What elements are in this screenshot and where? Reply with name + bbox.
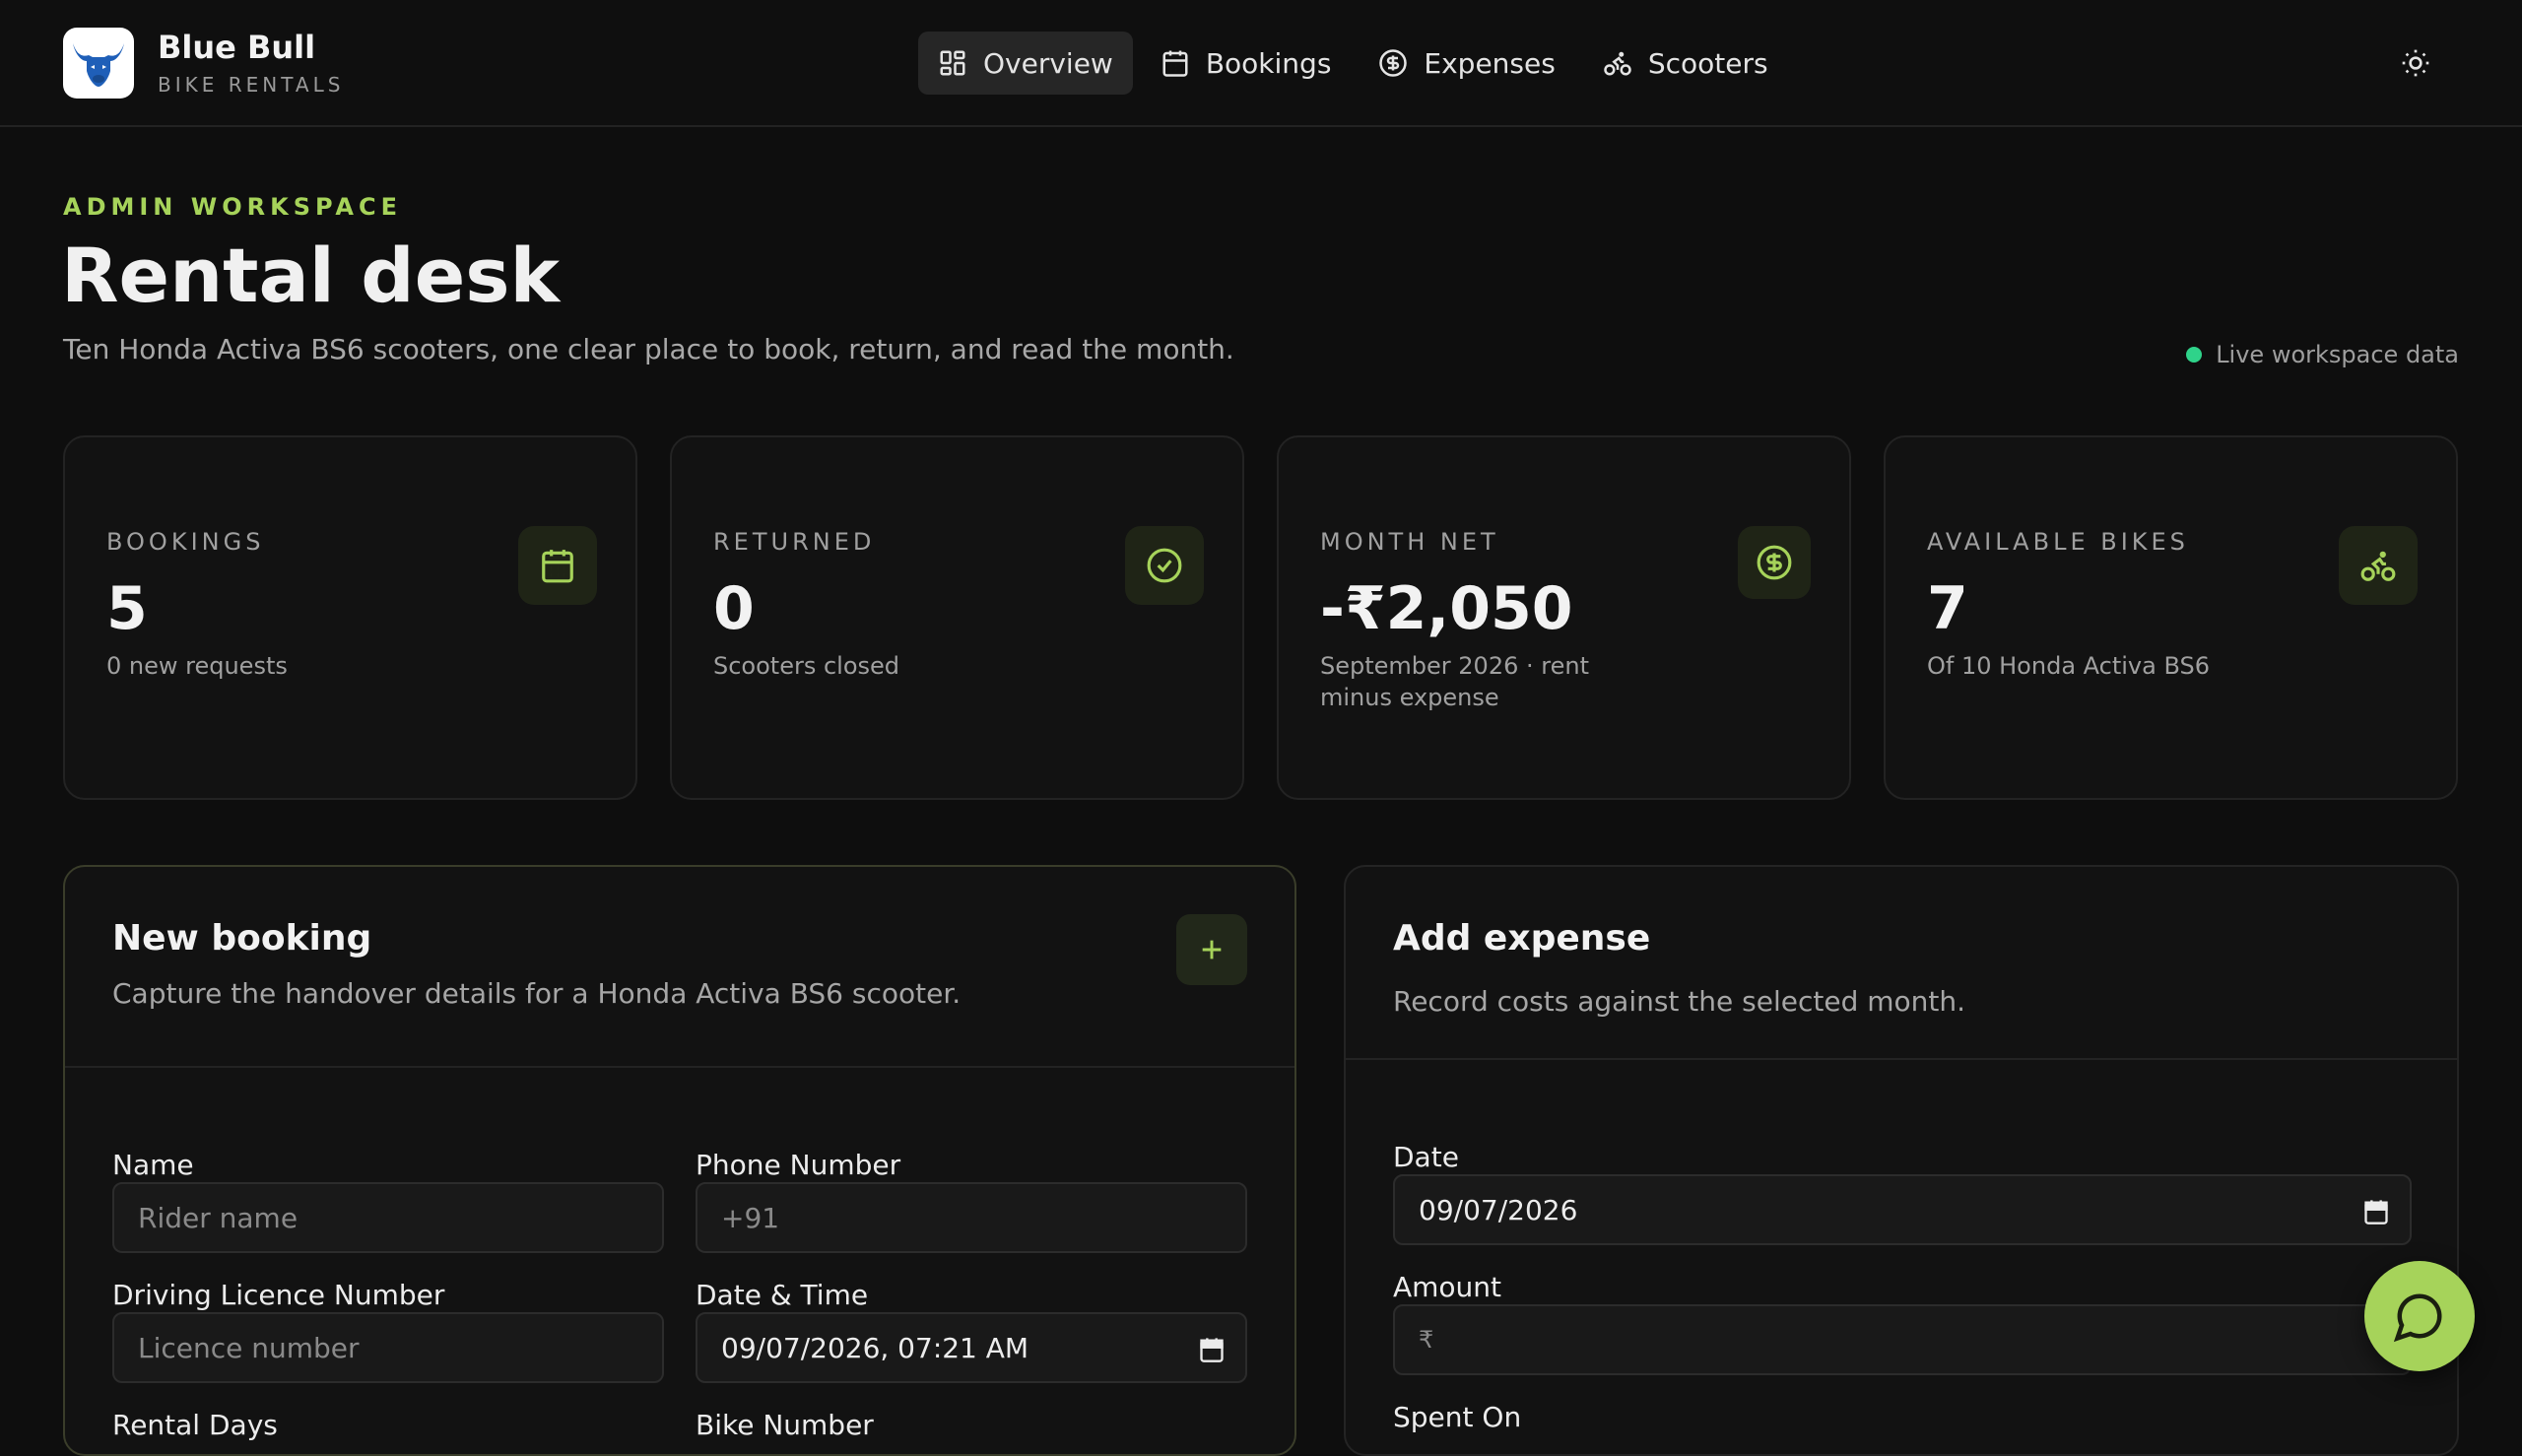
- check-circle-icon: [1125, 526, 1204, 605]
- licence-label: Driving Licence Number: [112, 1279, 445, 1311]
- page-subtitle: Ten Honda Activa BS6 scooters, one clear…: [63, 333, 1234, 365]
- new-booking-description: Capture the handover details for a Honda…: [112, 977, 962, 1010]
- stat-card-month-net: MONTH NET -₹2,050 September 2026 · rent …: [1277, 435, 1851, 800]
- stat-note: Of 10 Honda Activa BS6: [1927, 652, 2211, 680]
- stats-row: BOOKINGS 5 0 new requests RETURNED 0 Sco…: [63, 435, 2458, 800]
- stat-card-bookings: BOOKINGS 5 0 new requests: [63, 435, 637, 800]
- bike-icon: [2339, 526, 2418, 605]
- licence-input[interactable]: Licence number: [112, 1312, 664, 1383]
- nav-overview[interactable]: Overview: [918, 32, 1133, 95]
- datetime-value: 09/07/2026, 07:21 AM: [721, 1331, 1029, 1364]
- rental-days-label: Rental Days: [112, 1409, 278, 1441]
- stat-label: RETURNED: [713, 528, 876, 556]
- stat-note: 0 new requests: [106, 652, 288, 680]
- expense-date-label: Date: [1393, 1141, 1459, 1173]
- expense-date-value: 09/07/2026: [1419, 1193, 1578, 1226]
- nav-scooters[interactable]: Scooters: [1583, 32, 1788, 95]
- brand[interactable]: Blue Bull BIKE RENTALS: [63, 28, 344, 99]
- live-status-label: Live workspace data: [2216, 341, 2459, 368]
- workspace-eyebrow: ADMIN WORKSPACE: [63, 193, 402, 221]
- datetime-input[interactable]: 09/07/2026, 07:21 AM: [696, 1312, 1247, 1383]
- datetime-label: Date & Time: [696, 1279, 869, 1311]
- add-expense-panel: Add expense Record costs against the sel…: [1344, 865, 2459, 1456]
- calendar-icon: [518, 526, 597, 605]
- amount-label: Amount: [1393, 1271, 1502, 1303]
- dollar-circle-icon: [1379, 49, 1408, 77]
- bike-number-label: Bike Number: [696, 1409, 874, 1441]
- stat-note: Scooters closed: [713, 652, 900, 680]
- top-bar: Blue Bull BIKE RENTALS Overview Bookings…: [0, 0, 2522, 127]
- calendar-icon[interactable]: [1198, 1336, 1226, 1370]
- dollar-circle-icon: [1738, 526, 1811, 599]
- expense-date-input[interactable]: 09/07/2026: [1393, 1174, 2412, 1245]
- nav-bookings[interactable]: Bookings: [1141, 32, 1352, 95]
- spent-on-label: Spent On: [1393, 1401, 1522, 1433]
- stat-note: September 2026 · rent minus expense: [1320, 652, 1589, 711]
- name-label: Name: [112, 1149, 194, 1181]
- chat-button[interactable]: [2364, 1261, 2475, 1371]
- stat-card-returned: RETURNED 0 Scooters closed: [670, 435, 1244, 800]
- plus-icon: [1202, 940, 1222, 960]
- stat-value: 7: [1927, 574, 1968, 643]
- nav-expenses-label: Expenses: [1424, 46, 1556, 80]
- theme-toggle-button[interactable]: [2396, 43, 2435, 83]
- stat-value: 5: [106, 574, 148, 643]
- add-expense-header: Add expense Record costs against the sel…: [1346, 867, 2457, 1060]
- chat-bubble-icon: [2393, 1293, 2442, 1343]
- stat-value: -₹2,050: [1320, 574, 1573, 643]
- stat-card-available-bikes: AVAILABLE BIKES 7 Of 10 Honda Activa BS6: [1884, 435, 2458, 800]
- new-booking-title: New booking: [112, 918, 372, 959]
- live-status: Live workspace data: [2186, 341, 2459, 368]
- brand-subtitle: BIKE RENTALS: [158, 73, 345, 97]
- nav-overview-label: Overview: [983, 46, 1113, 80]
- brand-name: Blue Bull: [158, 29, 316, 66]
- nav-bookings-label: Bookings: [1205, 46, 1332, 80]
- nav-expenses[interactable]: Expenses: [1359, 32, 1574, 95]
- page-title: Rental desk: [61, 232, 561, 319]
- name-input[interactable]: Rider name: [112, 1182, 664, 1253]
- bike-icon: [1604, 51, 1631, 76]
- main-nav: Overview Bookings Expenses Scooters: [918, 32, 1796, 95]
- new-booking-header: New booking Capture the handover details…: [65, 867, 1294, 1068]
- add-booking-button[interactable]: [1176, 914, 1247, 985]
- grid-icon: [940, 50, 965, 76]
- new-booking-panel: New booking Capture the handover details…: [63, 865, 1296, 1456]
- amount-input[interactable]: ₹: [1393, 1304, 2412, 1375]
- add-expense-description: Record costs against the selected month.: [1393, 985, 1966, 1018]
- sun-icon: [2402, 49, 2429, 77]
- phone-input[interactable]: +91: [696, 1182, 1247, 1253]
- phone-label: Phone Number: [696, 1149, 901, 1181]
- stat-label: BOOKINGS: [106, 528, 265, 556]
- bull-logo-icon: [63, 28, 134, 99]
- calendar-icon: [1162, 50, 1188, 77]
- stat-label: MONTH NET: [1320, 528, 1499, 556]
- stat-value: 0: [713, 574, 755, 643]
- add-expense-title: Add expense: [1393, 918, 1651, 959]
- nav-scooters-label: Scooters: [1647, 46, 1768, 80]
- calendar-icon[interactable]: [2362, 1198, 2390, 1232]
- stat-label: AVAILABLE BIKES: [1927, 528, 2189, 556]
- live-dot-icon: [2186, 347, 2203, 363]
